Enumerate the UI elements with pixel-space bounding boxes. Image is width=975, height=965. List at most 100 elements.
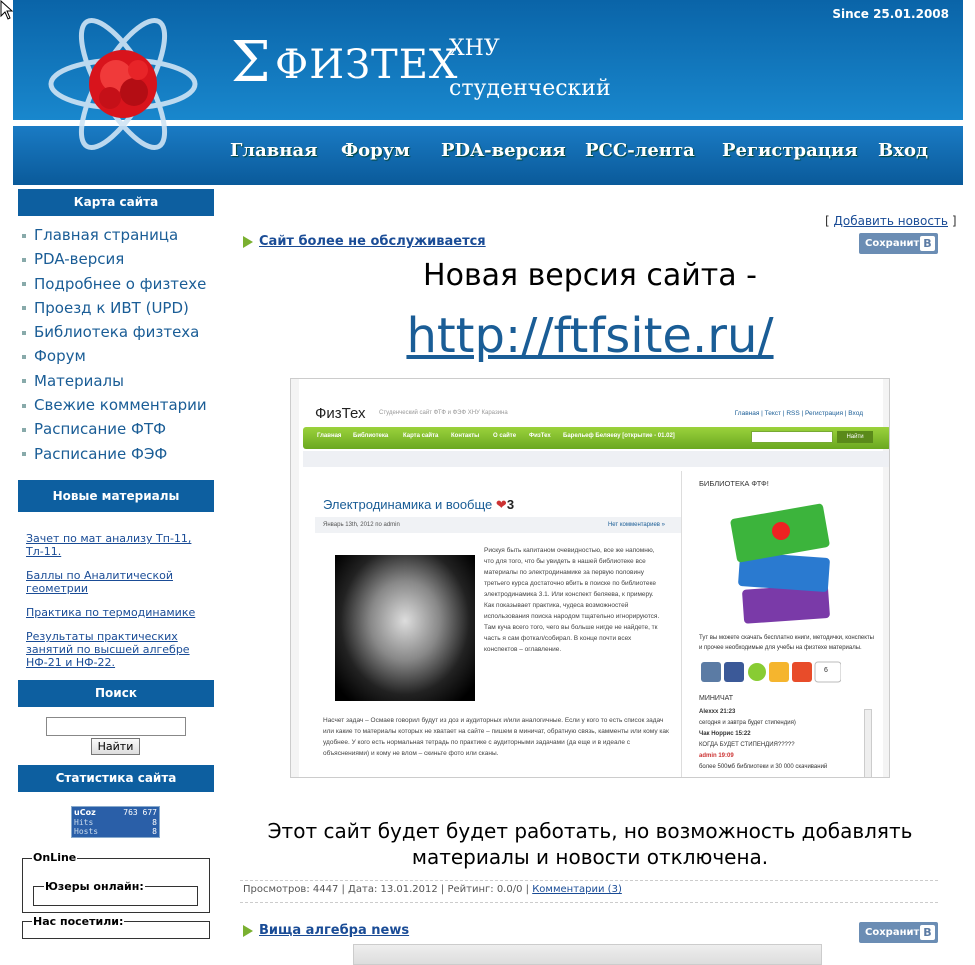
social-count: 6 xyxy=(824,667,828,674)
shot-band xyxy=(303,451,889,467)
nav-home[interactable]: Главная xyxy=(230,140,317,161)
sitemap-item[interactable]: Материалы xyxy=(22,372,207,396)
shot-nav-item: О сайте xyxy=(493,433,517,439)
news-title-2[interactable]: Вища алгебра news xyxy=(259,923,409,938)
post-image xyxy=(353,944,822,965)
site-name: ФИЗТЕХ xyxy=(275,42,459,88)
einstein-photo xyxy=(335,555,475,701)
add-news-link[interactable]: Добавить новость xyxy=(834,214,948,228)
headline: Новая версия сайта - xyxy=(423,258,757,293)
sitemap-item[interactable]: Расписание ФЭФ xyxy=(22,445,207,469)
shot-nav-item: Карта сайта xyxy=(403,433,439,439)
sigma-symbol: Σ xyxy=(231,30,271,95)
atom-carnation-logo[interactable] xyxy=(48,14,198,154)
shot-nav-item: ФизТех xyxy=(529,433,551,439)
sitemap-title: Карта сайта xyxy=(18,189,214,216)
vk-save-button[interactable]: Сохранить B xyxy=(859,922,938,943)
new-materials-title: Новые материалы xyxy=(18,480,214,512)
shot-top-links: Главная | Текст | RSS | Регистрация | Вх… xyxy=(734,410,863,417)
site-subtitle-2: студенческий xyxy=(449,76,611,101)
bullet-icon xyxy=(22,306,26,311)
counter-brand: uCoz xyxy=(74,808,96,817)
sitemap-item[interactable]: Свежие комментарии xyxy=(22,396,207,420)
sitemap-item[interactable]: Проезд к ИВТ (UPD) xyxy=(22,299,207,323)
new-material-link[interactable]: Практика по термодинамике xyxy=(26,606,211,619)
shot-minichat-title: МИНИЧАТ xyxy=(699,695,734,702)
bullet-icon xyxy=(22,282,26,287)
sitemap-item[interactable]: Форум xyxy=(22,347,207,371)
new-material-link[interactable]: Баллы по Аналитической геометрии xyxy=(26,569,211,595)
screenshot-page: ФизТех Студенческий сайт ФТФ и ФЭФ ХНУ К… xyxy=(299,379,889,777)
site-subtitle-1: ХНУ xyxy=(449,36,500,61)
vk-save-button[interactable]: Сохранить B xyxy=(859,233,938,254)
bullet-icon xyxy=(22,452,26,457)
sitemap-item[interactable]: Библиотека физтеха xyxy=(22,323,207,347)
sitemap-item[interactable]: Расписание ФТФ xyxy=(22,420,207,444)
search-button[interactable]: Найти xyxy=(91,738,140,755)
nav-login[interactable]: Вход xyxy=(878,140,928,161)
new-site-link[interactable]: http://ftfsite.ru/ xyxy=(240,308,940,364)
search-title: Поиск xyxy=(18,680,214,707)
comments-link[interactable]: Комментарии (3) xyxy=(532,884,622,895)
news-arrow-icon xyxy=(243,925,253,937)
notice-text: Этот сайт будет будет работать, но возмо… xyxy=(267,819,913,869)
bullet-icon xyxy=(22,257,26,262)
sitemap-item[interactable]: Главная страница xyxy=(22,226,207,250)
vk-icon: B xyxy=(920,925,935,940)
shot-title: ФизТех xyxy=(315,405,366,422)
shot-search-input xyxy=(751,431,833,443)
heart-icon: ❤ xyxy=(495,497,507,512)
shot-nav-item: Барельеф Беляеву [открытие - 01.02] xyxy=(563,433,675,439)
nav-pda[interactable]: PDA-версия xyxy=(441,140,566,161)
counter-hosts-label: Hosts xyxy=(74,827,99,836)
stats-title: Статистика сайта xyxy=(18,765,214,792)
shot-column-divider xyxy=(681,471,682,777)
bullet-icon xyxy=(22,330,26,335)
new-material-link[interactable]: Зачет по мат анализу Тп-11, Тл-11. xyxy=(26,532,211,558)
shot-search-button: Найти xyxy=(837,431,873,443)
mouse-cursor-icon xyxy=(0,0,14,20)
sitemap-item[interactable]: PDA-версия xyxy=(22,250,207,274)
counter-hosts: 8 xyxy=(152,827,157,836)
counter-total: 763 677 xyxy=(123,808,157,817)
shot-post-comments: Нет комментариев » xyxy=(607,522,665,528)
shot-subtitle: Студенческий сайт ФТФ и ФЭФ ХНУ Каразина xyxy=(379,410,508,416)
search-input[interactable] xyxy=(46,717,186,736)
nav-forum[interactable]: Форум xyxy=(341,140,410,161)
shot-library-title: БИБЛИОТЕКА ФТФ! xyxy=(699,479,769,488)
meta-divider-bottom xyxy=(240,902,938,903)
shot-nav-item: Библиотека xyxy=(353,433,389,439)
users-online-legend: Юзеры онлайн: xyxy=(44,880,145,893)
vk-icon: B xyxy=(920,236,935,251)
meta-divider-top xyxy=(240,880,938,881)
bullet-icon xyxy=(22,233,26,238)
news-title-1[interactable]: Сайт более не обслуживается xyxy=(259,234,486,249)
shot-post-text-2: Насчет задач – Осмаев говорил будут из д… xyxy=(323,717,669,757)
online-legend: OnLine xyxy=(32,851,78,864)
counter-hits: 8 xyxy=(152,818,157,827)
nav-register[interactable]: Регистрация xyxy=(722,140,858,161)
shot-nav-item: Главная xyxy=(317,433,342,439)
since-date: Since 25.01.2008 xyxy=(832,7,949,21)
bullet-icon xyxy=(22,379,26,384)
social-icons xyxy=(701,661,841,683)
ucoz-counter[interactable]: uCoz 763 677 Hits 8 Hosts 8 xyxy=(71,806,160,838)
visited-legend: Нас посетили: xyxy=(32,915,125,928)
nav-rss[interactable]: PCC-лента xyxy=(585,140,695,161)
counter-hits-label: Hits xyxy=(74,818,94,827)
sitemap-list: Главная страница PDA-версия Подробнее о … xyxy=(22,226,207,469)
books-icon xyxy=(730,503,830,624)
sitemap-item[interactable]: Подробнее о физтехе xyxy=(22,275,207,299)
add-news: [ Добавить новость ] xyxy=(825,214,957,228)
new-material-link[interactable]: Результаты практических занятий по высше… xyxy=(26,630,211,669)
shot-nav-item: Контакты xyxy=(451,433,480,439)
bullet-icon xyxy=(22,354,26,359)
shot-post-text: Рискуя быть капитаном очевидностью, все … xyxy=(484,547,660,653)
shot-library-text: Тут вы можете скачать бесплатно книги, м… xyxy=(699,635,874,651)
site-header: Σ ФИЗТЕХ ХНУ студенческий Since 25.01.20… xyxy=(13,0,963,185)
bullet-icon xyxy=(22,403,26,408)
bullet-icon xyxy=(22,427,26,432)
news-arrow-icon xyxy=(243,236,253,248)
shot-chat-scrollbar xyxy=(864,709,872,777)
post-meta: Просмотров: 4447 | Дата: 13.01.2012 | Ре… xyxy=(243,884,622,895)
